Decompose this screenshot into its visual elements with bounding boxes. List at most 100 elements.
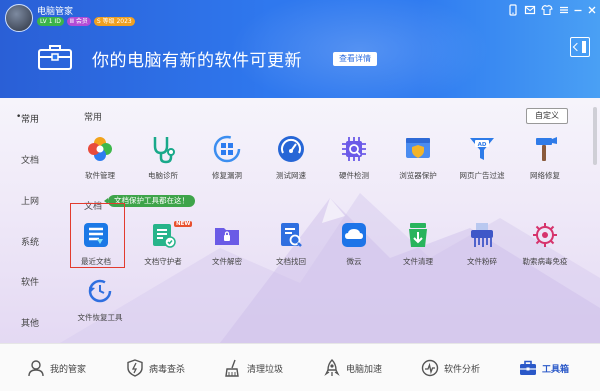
header-banner: 电脑管家 LV 1 ID Ⅲ 会员 S 等级 2023 你的电脑有新的软件可更新…	[0, 0, 600, 98]
tool-doc-guardian[interactable]: 文档守护者	[131, 220, 195, 267]
message-icon[interactable]	[524, 4, 536, 16]
tool-pc-clinic[interactable]: 电脑诊所	[131, 134, 195, 181]
nav-clean-junk[interactable]: 清理垃圾	[223, 358, 283, 378]
tool-label: 勒索病毒免疫	[522, 257, 568, 266]
tool-label: 文件粉碎	[467, 257, 497, 266]
stethoscope-icon	[153, 137, 175, 164]
tool-file-decrypt[interactable]: 文件解密	[195, 220, 259, 267]
nav-label: 电脑加速	[346, 364, 383, 375]
tool-label: 修复漏洞	[212, 171, 242, 180]
sidebar-item-software[interactable]: 软件	[0, 275, 60, 288]
hammer-icon	[536, 137, 557, 161]
software-manager-icon	[88, 137, 112, 161]
tool-label: 文件清理	[403, 257, 433, 266]
cloud-icon	[342, 223, 366, 247]
update-headline: 你的电脑有新的软件可更新	[92, 51, 302, 71]
person-icon	[28, 360, 44, 377]
app-title: 电脑管家	[37, 7, 74, 17]
category-sidebar: 常用 文档 上网 系统 软件 其他	[0, 98, 60, 343]
chip-icon	[342, 137, 366, 161]
recent-docs-icon	[84, 223, 108, 247]
tool-browser-protect[interactable]: 浏览器保护	[386, 134, 450, 181]
bottom-nav: 我的管家 病毒查杀 清理垃圾 电脑加速 软件分析 工具箱	[0, 343, 600, 391]
speedometer-icon	[278, 136, 304, 162]
tool-software-manager[interactable]: 软件管理	[68, 134, 132, 181]
level-badge[interactable]: LV 1 ID	[37, 17, 64, 26]
svg-text:AD: AD	[478, 142, 487, 148]
sidebar-item-internet[interactable]: 上网	[0, 194, 60, 207]
tool-label: 软件管理	[85, 171, 115, 180]
tool-network-repair[interactable]: 网络修复	[513, 134, 577, 181]
browser-shield-icon	[406, 138, 430, 158]
tool-label: 网络修复	[530, 171, 560, 180]
sidebar-item-system[interactable]: 系统	[0, 235, 60, 248]
skin-icon[interactable]	[541, 4, 553, 16]
tool-label: 硬件检测	[339, 171, 369, 180]
doc-search-icon	[281, 223, 302, 247]
minimize-icon[interactable]	[572, 4, 584, 16]
close-icon[interactable]	[586, 4, 598, 16]
tool-ad-filter[interactable]: AD 网页广告过滤	[450, 134, 514, 181]
tool-label: 最近文档	[81, 257, 111, 266]
avatar[interactable]	[5, 4, 33, 32]
sidebar-item-docs[interactable]: 文档	[0, 153, 60, 166]
menu-icon[interactable]	[558, 4, 570, 16]
sidebar-item-common[interactable]: 常用	[0, 112, 60, 125]
nav-label: 软件分析	[444, 364, 481, 375]
new-badge: NEW	[174, 221, 193, 227]
restore-clock-icon	[88, 279, 112, 303]
user-badges: LV 1 ID Ⅲ 会员 S 等级 2023	[37, 17, 135, 26]
nav-label: 工具箱	[542, 364, 570, 375]
broom-icon	[225, 359, 239, 377]
tool-label: 文档守护者	[144, 257, 182, 266]
tool-label: 文件解密	[212, 257, 242, 266]
sidebar-item-other[interactable]: 其他	[0, 316, 60, 329]
nav-my-manager[interactable]: 我的管家	[26, 358, 86, 378]
toolbox-icon	[38, 45, 72, 70]
nav-label: 病毒查杀	[149, 364, 186, 375]
tool-file-cleanup[interactable]: 文件清理	[386, 220, 450, 267]
section-title-common: 常用	[84, 113, 103, 123]
analysis-icon	[421, 359, 439, 377]
virus-shield-icon	[533, 223, 557, 247]
tool-recent-docs[interactable]: 最近文档	[64, 220, 128, 267]
vip-badge[interactable]: Ⅲ 会员	[66, 17, 91, 26]
windows-repair-icon	[213, 135, 241, 163]
tool-speed-test[interactable]: 测试网速	[259, 134, 323, 181]
grade-badge[interactable]: S 等级 2023	[93, 17, 135, 26]
scrollbar-thumb[interactable]	[593, 107, 597, 165]
ad-filter-icon: AD	[470, 138, 494, 160]
tool-grid: 常用 自定义 软件管理 电脑诊所 修复漏洞 测试网速 硬件检测 浏览器保护 AD…	[60, 98, 600, 343]
rocket-icon	[324, 359, 340, 376]
tool-fix-vulnerabilities[interactable]: 修复漏洞	[195, 134, 259, 181]
lightning-shield-icon	[127, 359, 143, 377]
nav-label: 清理垃圾	[247, 364, 284, 375]
trash-icon	[409, 223, 427, 247]
app-window: 电脑管家 LV 1 ID Ⅲ 会员 S 等级 2023 你的电脑有新的软件可更新…	[0, 0, 600, 391]
tool-label: 电脑诊所	[148, 171, 178, 180]
customize-button[interactable]: 自定义	[526, 108, 568, 124]
nav-software-analysis[interactable]: 软件分析	[420, 358, 480, 378]
tool-label: 微云	[346, 257, 362, 266]
folder-lock-icon	[215, 228, 239, 245]
collapse-panel-icon[interactable]	[570, 37, 590, 57]
tool-file-restore[interactable]: 文件恢复工具	[68, 276, 132, 323]
tool-label: 文档找回	[276, 257, 306, 266]
tool-label: 网页广告过滤	[459, 171, 505, 180]
shredder-icon	[471, 223, 493, 247]
nav-label: 我的管家	[50, 364, 87, 375]
nav-toolbox[interactable]: 工具箱	[518, 358, 569, 378]
toolbox-nav-icon	[520, 360, 536, 375]
tool-hardware-check[interactable]: 硬件检测	[322, 134, 386, 181]
phone-icon[interactable]	[507, 4, 519, 16]
view-details-button[interactable]: 查看详情	[333, 52, 377, 66]
tool-file-shredder[interactable]: 文件粉碎	[450, 220, 514, 267]
tool-label: 测试网速	[276, 171, 306, 180]
tool-ransomware-immunity[interactable]: 勒索病毒免疫	[513, 220, 577, 267]
nav-virus-scan[interactable]: 病毒查杀	[125, 358, 185, 378]
tool-label: 浏览器保护	[399, 171, 437, 180]
nav-speed-up[interactable]: 电脑加速	[322, 358, 382, 378]
tool-doc-recovery[interactable]: 文档找回	[259, 220, 323, 267]
tool-weiyun[interactable]: 微云	[322, 220, 386, 267]
tool-label: 文件恢复工具	[77, 313, 123, 322]
